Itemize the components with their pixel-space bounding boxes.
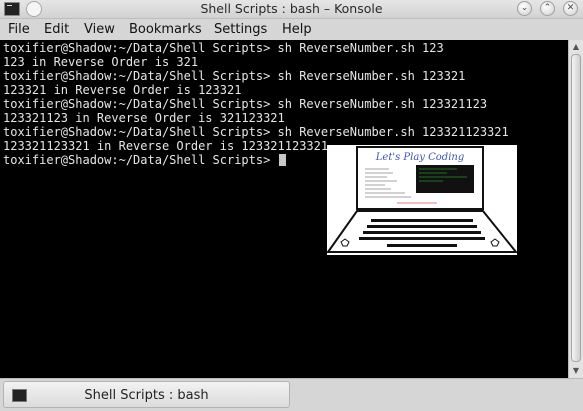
menu-bookmarks[interactable]: Bookmarks [129, 22, 202, 37]
terminal-line: toxifier@Shadow:~/Data/Shell Scripts> sh… [3, 41, 444, 55]
lets-play-coding-logo: Let's Play Coding [326, 145, 519, 255]
minimize-button[interactable]: ⌄ [517, 1, 532, 16]
tab-shell-scripts[interactable]: Shell Scripts : bash [3, 381, 290, 408]
terminal-prompt-line: toxifier@Shadow:~/Data/Shell Scripts> [3, 153, 286, 167]
maximize-button[interactable]: ⌃ [540, 1, 555, 16]
terminal-line: toxifier@Shadow:~/Data/Shell Scripts> sh… [3, 97, 488, 111]
scroll-down-arrow-icon[interactable]: ▼ [571, 366, 581, 376]
text-cursor [278, 154, 286, 166]
scroll-thumb[interactable] [571, 54, 581, 362]
tab-bar: Shell Scripts : bash [0, 378, 583, 411]
menu-file[interactable]: File [8, 22, 30, 37]
vertical-scrollbar[interactable]: ▲ ▼ [568, 40, 583, 378]
title-bar[interactable]: Shell Scripts : bash – Konsole ⌄ ⌃ ✕ [0, 0, 583, 19]
menu-bar: File Edit View Bookmarks Settings Help [0, 19, 583, 40]
terminal-line: toxifier@Shadow:~/Data/Shell Scripts> sh… [3, 125, 509, 139]
scroll-up-arrow-icon[interactable]: ▲ [571, 42, 581, 52]
terminal-line: 123 in Reverse Order is 321 [3, 55, 199, 69]
menu-settings[interactable]: Settings [214, 22, 267, 37]
menu-help[interactable]: Help [282, 22, 312, 37]
terminal-line: 123321 in Reverse Order is 123321 [3, 83, 242, 97]
menu-view[interactable]: View [84, 22, 115, 37]
terminal-line: 123321123321 in Reverse Order is 1233211… [3, 139, 329, 153]
terminal-prompt: toxifier@Shadow:~/Data/Shell Scripts> [3, 153, 278, 167]
tab-label: Shell Scripts : bash [84, 388, 209, 403]
window-title: Shell Scripts : bash – Konsole [200, 1, 383, 16]
terminal-line: toxifier@Shadow:~/Data/Shell Scripts> sh… [3, 69, 466, 83]
logo-title: Let's Play Coding [375, 152, 464, 163]
menu-edit[interactable]: Edit [44, 22, 69, 37]
terminal-line: 123321123 in Reverse Order is 321123321 [3, 111, 285, 125]
close-button[interactable]: ✕ [563, 1, 578, 16]
